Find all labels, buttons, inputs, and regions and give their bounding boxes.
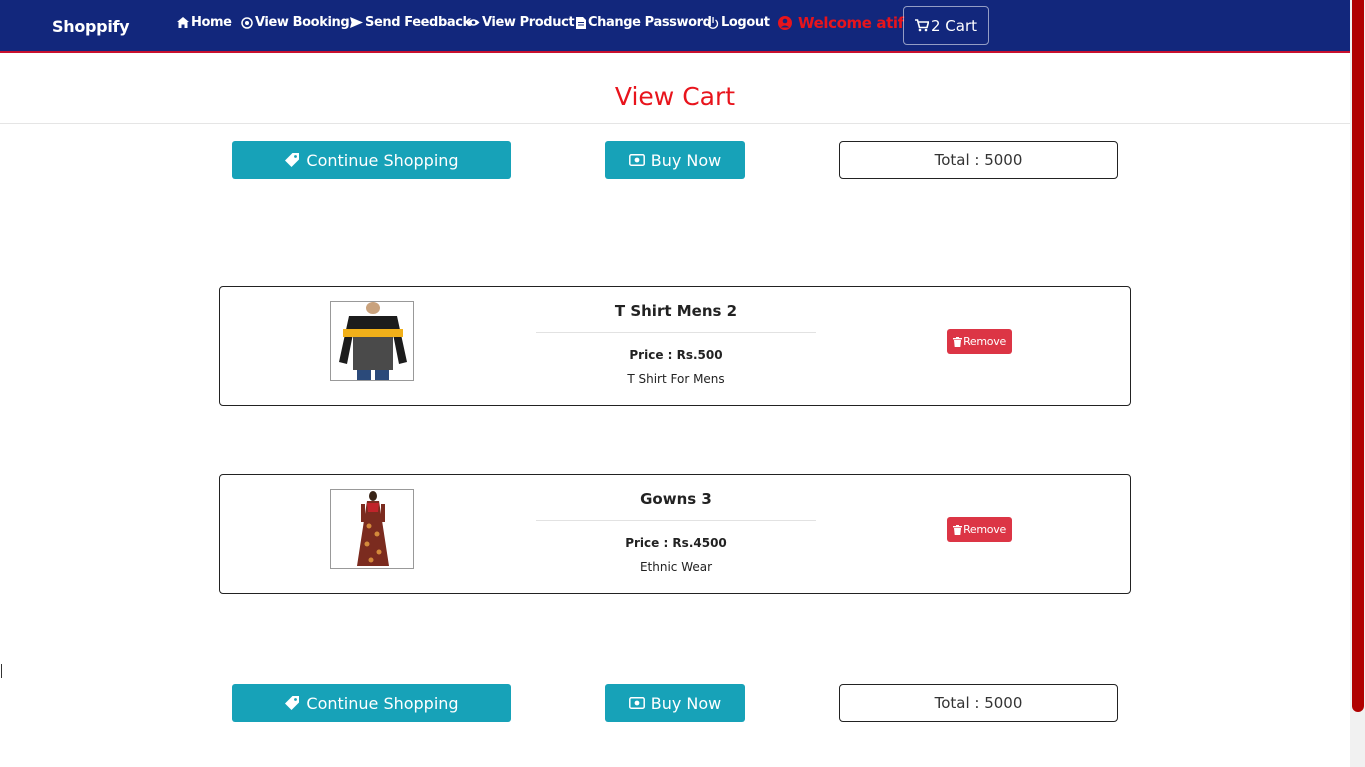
send-icon xyxy=(350,17,363,28)
continue-shopping-button-bottom[interactable]: Continue Shopping xyxy=(232,684,511,722)
total-label: Total : 5000 xyxy=(934,694,1023,712)
remove-label: Remove xyxy=(963,523,1006,536)
remove-button[interactable]: Remove xyxy=(947,329,1012,354)
nav-send-feedback-label: Send Feedback xyxy=(365,15,471,30)
product-description: Ethnic Wear xyxy=(639,560,713,574)
home-icon xyxy=(177,17,189,28)
product-name: Gowns 3 xyxy=(640,490,712,508)
cart-item-card: T Shirt Mens 2 Price : Rs.500 T Shirt Fo… xyxy=(219,286,1131,406)
nav-logout-label: Logout xyxy=(721,15,770,30)
trash-icon xyxy=(953,524,963,535)
nav-view-product-label: View Product xyxy=(482,15,575,30)
welcome-user: Welcome atif xyxy=(778,14,904,32)
money-icon xyxy=(628,697,645,709)
buy-now-label: Buy Now xyxy=(650,150,722,170)
nav-logout[interactable]: Logout xyxy=(707,15,770,30)
nav-change-password-label: Change Password xyxy=(588,15,712,30)
cart-button[interactable]: 2 Cart xyxy=(903,6,989,45)
item-divider xyxy=(536,520,816,521)
cart-button-label: 2 Cart xyxy=(930,16,978,35)
buy-now-label: Buy Now xyxy=(650,693,722,713)
total-label: Total : 5000 xyxy=(934,151,1023,169)
nav-view-product[interactable]: View Product xyxy=(467,15,575,30)
nav-home[interactable]: Home xyxy=(177,15,232,30)
tag-icon xyxy=(285,153,300,167)
cart-item-card: Gowns 3 Price : Rs.4500 Ethnic Wear Remo… xyxy=(219,474,1131,594)
welcome-label: Welcome atif xyxy=(798,14,904,32)
booking-icon xyxy=(241,16,253,29)
nav-view-booking-label: View Booking xyxy=(255,15,350,30)
product-price: Price : Rs.4500 xyxy=(625,536,727,550)
nav-view-booking[interactable]: View Booking xyxy=(241,15,350,30)
nav-home-label: Home xyxy=(191,15,232,30)
cart-icon xyxy=(914,19,929,32)
continue-shopping-label: Continue Shopping xyxy=(306,150,459,170)
text-caret xyxy=(1,664,2,678)
nav-change-password[interactable]: Change Password xyxy=(576,15,712,30)
title-divider xyxy=(0,123,1350,124)
continue-shopping-label: Continue Shopping xyxy=(306,693,459,713)
product-image-tshirt xyxy=(330,301,414,381)
remove-label: Remove xyxy=(963,335,1006,348)
buy-now-button-bottom[interactable]: Buy Now xyxy=(605,684,745,722)
trash-icon xyxy=(953,336,963,347)
product-price: Price : Rs.500 xyxy=(629,348,723,362)
continue-shopping-button-top[interactable]: Continue Shopping xyxy=(232,141,511,179)
money-icon xyxy=(628,154,645,166)
nav-send-feedback[interactable]: Send Feedback xyxy=(350,15,471,30)
item-divider xyxy=(536,332,816,333)
user-circle-icon xyxy=(778,16,792,30)
buy-now-button-top[interactable]: Buy Now xyxy=(605,141,745,179)
top-navbar: Shoppify Home View Booking Send Feedback… xyxy=(0,0,1350,53)
eye-icon xyxy=(467,19,480,26)
product-name: T Shirt Mens 2 xyxy=(614,302,738,320)
document-icon xyxy=(576,16,586,29)
total-display-top: Total : 5000 xyxy=(839,141,1118,179)
product-description: T Shirt For Mens xyxy=(627,372,725,386)
scrollbar-thumb[interactable] xyxy=(1352,0,1364,712)
remove-button[interactable]: Remove xyxy=(947,517,1012,542)
power-icon xyxy=(707,16,719,29)
page-title: View Cart xyxy=(614,82,736,111)
tag-icon xyxy=(285,696,300,710)
total-display-bottom: Total : 5000 xyxy=(839,684,1118,722)
brand-logo[interactable]: Shoppify xyxy=(52,17,130,36)
product-image-gown xyxy=(330,489,414,569)
